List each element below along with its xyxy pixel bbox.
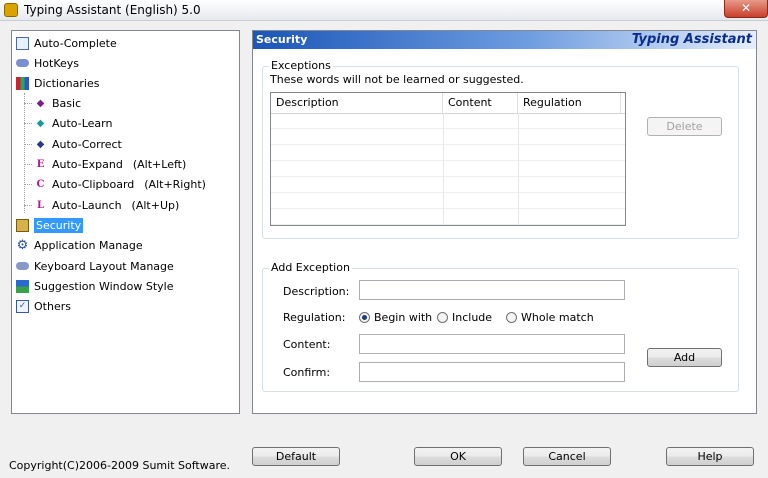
radio-label: Include bbox=[452, 311, 493, 324]
tree-item-basic[interactable]: ◆ Basic bbox=[34, 94, 81, 112]
diamond-arrow-icon: ◆ bbox=[36, 117, 45, 129]
default-button[interactable]: Default bbox=[252, 447, 340, 466]
tree-item-label: Auto-Complete bbox=[34, 36, 117, 50]
title-bar: Typing Assistant (English) 5.0 ✕ bbox=[0, 0, 768, 21]
diamond-icon: ◆ bbox=[36, 97, 45, 109]
help-button[interactable]: Help bbox=[666, 447, 754, 466]
radio-label: Begin with bbox=[374, 311, 433, 324]
brand-title: Typing Assistant bbox=[631, 32, 752, 47]
hotkey-label: (Alt+Up) bbox=[131, 198, 180, 212]
hotkey-label: (Alt+Right) bbox=[144, 177, 206, 191]
add-button[interactable]: Add bbox=[647, 348, 722, 367]
tree-item-auto-learn[interactable]: ◆ Auto-Learn bbox=[34, 114, 113, 132]
confirm-label: Confirm: bbox=[283, 366, 331, 379]
tree-item-hotkeys[interactable]: HotKeys bbox=[16, 54, 79, 72]
column-regulation[interactable]: Regulation bbox=[518, 93, 621, 113]
tree-item-auto-clipboard[interactable]: C Auto-Clipboard (Alt+Right) bbox=[34, 175, 206, 193]
tree-connector bbox=[24, 164, 32, 165]
settings-tree[interactable]: Auto-Complete HotKeys Dictionaries ◆ Bas… bbox=[11, 30, 240, 414]
column-description[interactable]: Description bbox=[271, 93, 443, 113]
letter-c-icon: C bbox=[36, 178, 45, 190]
confirm-input[interactable] bbox=[359, 362, 625, 382]
tree-connector bbox=[24, 144, 32, 145]
letter-l-icon: L bbox=[36, 199, 45, 211]
window-title: Typing Assistant (English) 5.0 bbox=[24, 3, 201, 17]
tree-item-label: Others bbox=[34, 299, 71, 313]
ok-button[interactable]: OK bbox=[414, 447, 502, 466]
tree-connector bbox=[24, 93, 25, 213]
tree-item-label: Auto-Correct bbox=[52, 137, 122, 151]
tree-item-others[interactable]: ✓ Others bbox=[16, 297, 71, 315]
exceptions-list-header: Description Content Regulation bbox=[271, 93, 625, 114]
tree-item-label: HotKeys bbox=[34, 56, 79, 70]
radio-dot bbox=[359, 312, 370, 323]
tree-item-security[interactable]: Security bbox=[16, 216, 84, 234]
tree-item-label: Application Manage bbox=[34, 238, 143, 252]
radio-label: Whole match bbox=[521, 311, 594, 324]
tree-item-keyboard-layout-manage[interactable]: Keyboard Layout Manage bbox=[16, 257, 174, 275]
tree-item-dictionaries[interactable]: Dictionaries bbox=[16, 74, 99, 92]
tree-item-label: Dictionaries bbox=[34, 76, 100, 90]
content-label: Content: bbox=[283, 338, 331, 351]
tree-item-suggestion-window-style[interactable]: Suggestion Window Style bbox=[16, 277, 173, 295]
tree-item-label: Keyboard Layout Manage bbox=[34, 259, 174, 273]
tree-connector bbox=[24, 184, 32, 185]
window-style-icon bbox=[16, 279, 29, 293]
radio-dot bbox=[437, 312, 448, 323]
letter-e-icon: E bbox=[36, 158, 45, 170]
tree-item-label: Auto-Learn bbox=[52, 116, 113, 130]
tree-item-label: Suggestion Window Style bbox=[34, 279, 174, 293]
tree-connector bbox=[24, 123, 32, 124]
radio-include[interactable]: Include bbox=[437, 311, 492, 324]
exceptions-note: These words will not be learned or sugge… bbox=[270, 73, 524, 86]
section-title: Security bbox=[256, 33, 308, 46]
close-button[interactable]: ✕ bbox=[724, 0, 768, 18]
tree-item-label: Basic bbox=[52, 96, 82, 110]
hotkey-label: (Alt+Left) bbox=[132, 157, 187, 171]
tree-item-label: Security bbox=[34, 217, 84, 233]
exceptions-legend: Exceptions bbox=[269, 59, 333, 72]
tree-item-auto-complete[interactable]: Auto-Complete bbox=[16, 34, 117, 52]
tree-item-label: Auto-Clipboard bbox=[52, 177, 135, 191]
radio-begin-with[interactable]: Begin with bbox=[359, 311, 432, 324]
exceptions-list[interactable]: Description Content Regulation bbox=[270, 92, 626, 226]
panel-header: Security Typing Assistant bbox=[253, 31, 756, 49]
regulation-label: Regulation: bbox=[283, 311, 346, 324]
keyboard-layout-icon bbox=[16, 262, 29, 270]
gear-icon: ⚙ bbox=[16, 237, 29, 253]
app-icon bbox=[4, 3, 18, 17]
tree-item-auto-launch[interactable]: L Auto-Launch (Alt+Up) bbox=[34, 196, 179, 214]
cancel-button[interactable]: Cancel bbox=[523, 447, 611, 466]
diamond-icon: ◆ bbox=[36, 138, 45, 150]
description-input[interactable] bbox=[359, 280, 625, 300]
security-icon bbox=[16, 218, 29, 232]
column-content[interactable]: Content bbox=[443, 93, 518, 113]
tree-item-auto-correct[interactable]: ◆ Auto-Correct bbox=[34, 135, 122, 153]
exceptions-list-rows bbox=[271, 113, 625, 225]
tree-item-label: Auto-Launch bbox=[52, 198, 122, 212]
tree-connector bbox=[24, 103, 32, 104]
column-divider bbox=[518, 113, 519, 225]
keyboard-icon bbox=[16, 59, 29, 67]
tree-item-auto-expand[interactable]: E Auto-Expand (Alt+Left) bbox=[34, 155, 187, 173]
tree-connector bbox=[24, 205, 32, 206]
tree-item-label: Auto-Expand bbox=[52, 157, 123, 171]
delete-button[interactable]: Delete bbox=[647, 117, 722, 136]
checklist-icon: ✓ bbox=[16, 299, 29, 313]
description-label: Description: bbox=[283, 285, 350, 298]
books-icon bbox=[16, 76, 29, 90]
document-check-icon bbox=[16, 36, 29, 50]
radio-dot bbox=[506, 312, 517, 323]
content-input[interactable] bbox=[359, 334, 625, 354]
add-exception-legend: Add Exception bbox=[269, 261, 352, 274]
tree-item-application-manage[interactable]: ⚙ Application Manage bbox=[16, 236, 143, 254]
column-divider bbox=[443, 113, 444, 225]
radio-whole-match[interactable]: Whole match bbox=[506, 311, 594, 324]
copyright-text: Copyright(C)2006-2009 Sumit Software. bbox=[9, 459, 230, 472]
